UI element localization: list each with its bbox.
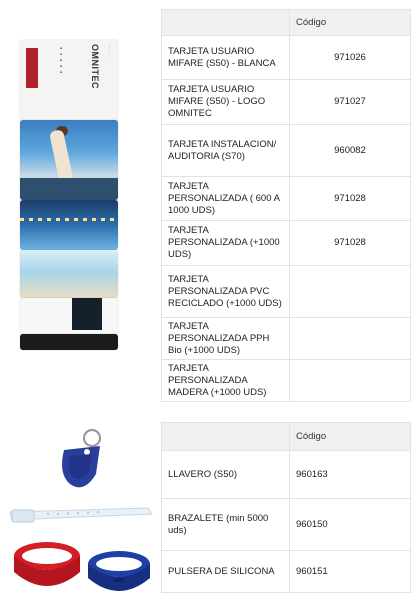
header-cell-description [161,422,290,451]
pool-card [20,200,118,250]
person-graphic [48,129,74,181]
keyfob-image [62,428,102,488]
pool-lights-graphic [20,218,118,221]
product-description: BRAZALETE (min 5000 uds) [161,498,290,551]
product-code: 971028 [289,176,411,221]
photo-card [20,120,118,200]
header-cell-description [161,9,290,36]
keyfob-hole [84,449,90,455]
product-description: PULSERA DE SILICONA [161,550,290,593]
table-row: TARJETA PERSONALIZADA PPH Bio (+1000 UDS… [161,317,411,360]
product-code: 960151 [289,550,411,593]
product-code: 971027 [289,79,411,125]
product-code: 960163 [289,450,411,499]
card-stack-image: ▪▪▪▪▪ OMNITEC · · · · · [20,40,122,350]
product-code [289,265,411,318]
product-code: 971028 [289,220,411,266]
product-description: TARJETA PERSONALIZADA MADERA (+1000 UDS) [161,359,290,402]
table-row: TARJETA USUARIO MIFARE (S50) - BLANCA 97… [161,35,411,80]
product-description: TARJETA INSTALACION/ AUDITORIA (S70) [161,124,290,177]
black-card [20,334,118,350]
table-row: TARJETA USUARIO MIFARE (S50) - LOGO OMNI… [161,79,411,125]
red-band-inner [22,548,72,564]
product-code: 971026 [289,35,411,80]
card-small-logo: ▪▪▪▪▪ [58,46,64,76]
table-row: BRAZALETE (min 5000 uds) 960150 [161,498,411,551]
product-code: 960082 [289,124,411,177]
product-description: TARJETA USUARIO MIFARE (S50) - LOGO OMNI… [161,79,290,125]
white-card: ▪▪▪▪▪ OMNITEC · · · · · [20,40,118,120]
header-cell-code: Código [289,422,411,451]
table-row: TARJETA PERSONALIZADA PVC RECICLADO (+10… [161,265,411,318]
product-description: TARJETA PERSONALIZADA PVC RECICLADO (+10… [161,265,290,318]
chip-graphic [72,298,102,330]
table-row: TARJETA PERSONALIZADA ( 600 A 1000 UDS) … [161,176,411,221]
header-cell-code: Código [289,9,411,36]
beach-card [20,250,118,298]
table-row: LLAVERO (S50) 960163 [161,450,411,499]
product-description: TARJETA USUARIO MIFARE (S50) - BLANCA [161,35,290,80]
table-row: PULSERA DE SILICONA 960151 [161,550,411,593]
accessories-table: Código LLAVERO (S50) 960163 BRAZALETE (m… [161,422,411,593]
red-tab-graphic [26,48,38,88]
cards-table: Código TARJETA USUARIO MIFARE (S50) - BL… [161,9,411,402]
table-header-row: Código [161,9,411,36]
table-row: TARJETA INSTALACION/ AUDITORIA (S70) 960… [161,124,411,177]
key-ring [82,428,102,448]
product-description: TARJETA PERSONALIZADA ( 600 A 1000 UDS) [161,176,290,221]
product-code [289,317,411,360]
table-row: TARJETA PERSONALIZADA (+1000 UDS) 971028 [161,220,411,266]
chip-card [20,298,118,334]
blue-silicone-wristband-image [88,551,150,591]
strap-clasp [11,509,35,523]
blue-band-chip [114,578,124,582]
table-header-row: Código [161,422,411,451]
product-code: 960150 [289,498,411,551]
red-silicone-wristband-image [14,542,80,586]
product-description: TARJETA PERSONALIZADA PPH Bio (+1000 UDS… [161,317,290,360]
bracelet-image [9,507,153,523]
deck-graphic [20,178,118,200]
table-row: TARJETA PERSONALIZADA MADERA (+1000 UDS) [161,359,411,402]
card-tagline: · · · · · [106,44,112,58]
blue-band-inner [96,557,142,571]
product-code [289,359,411,402]
product-description: TARJETA PERSONALIZADA (+1000 UDS) [161,220,290,266]
product-description: LLAVERO (S50) [161,450,290,499]
